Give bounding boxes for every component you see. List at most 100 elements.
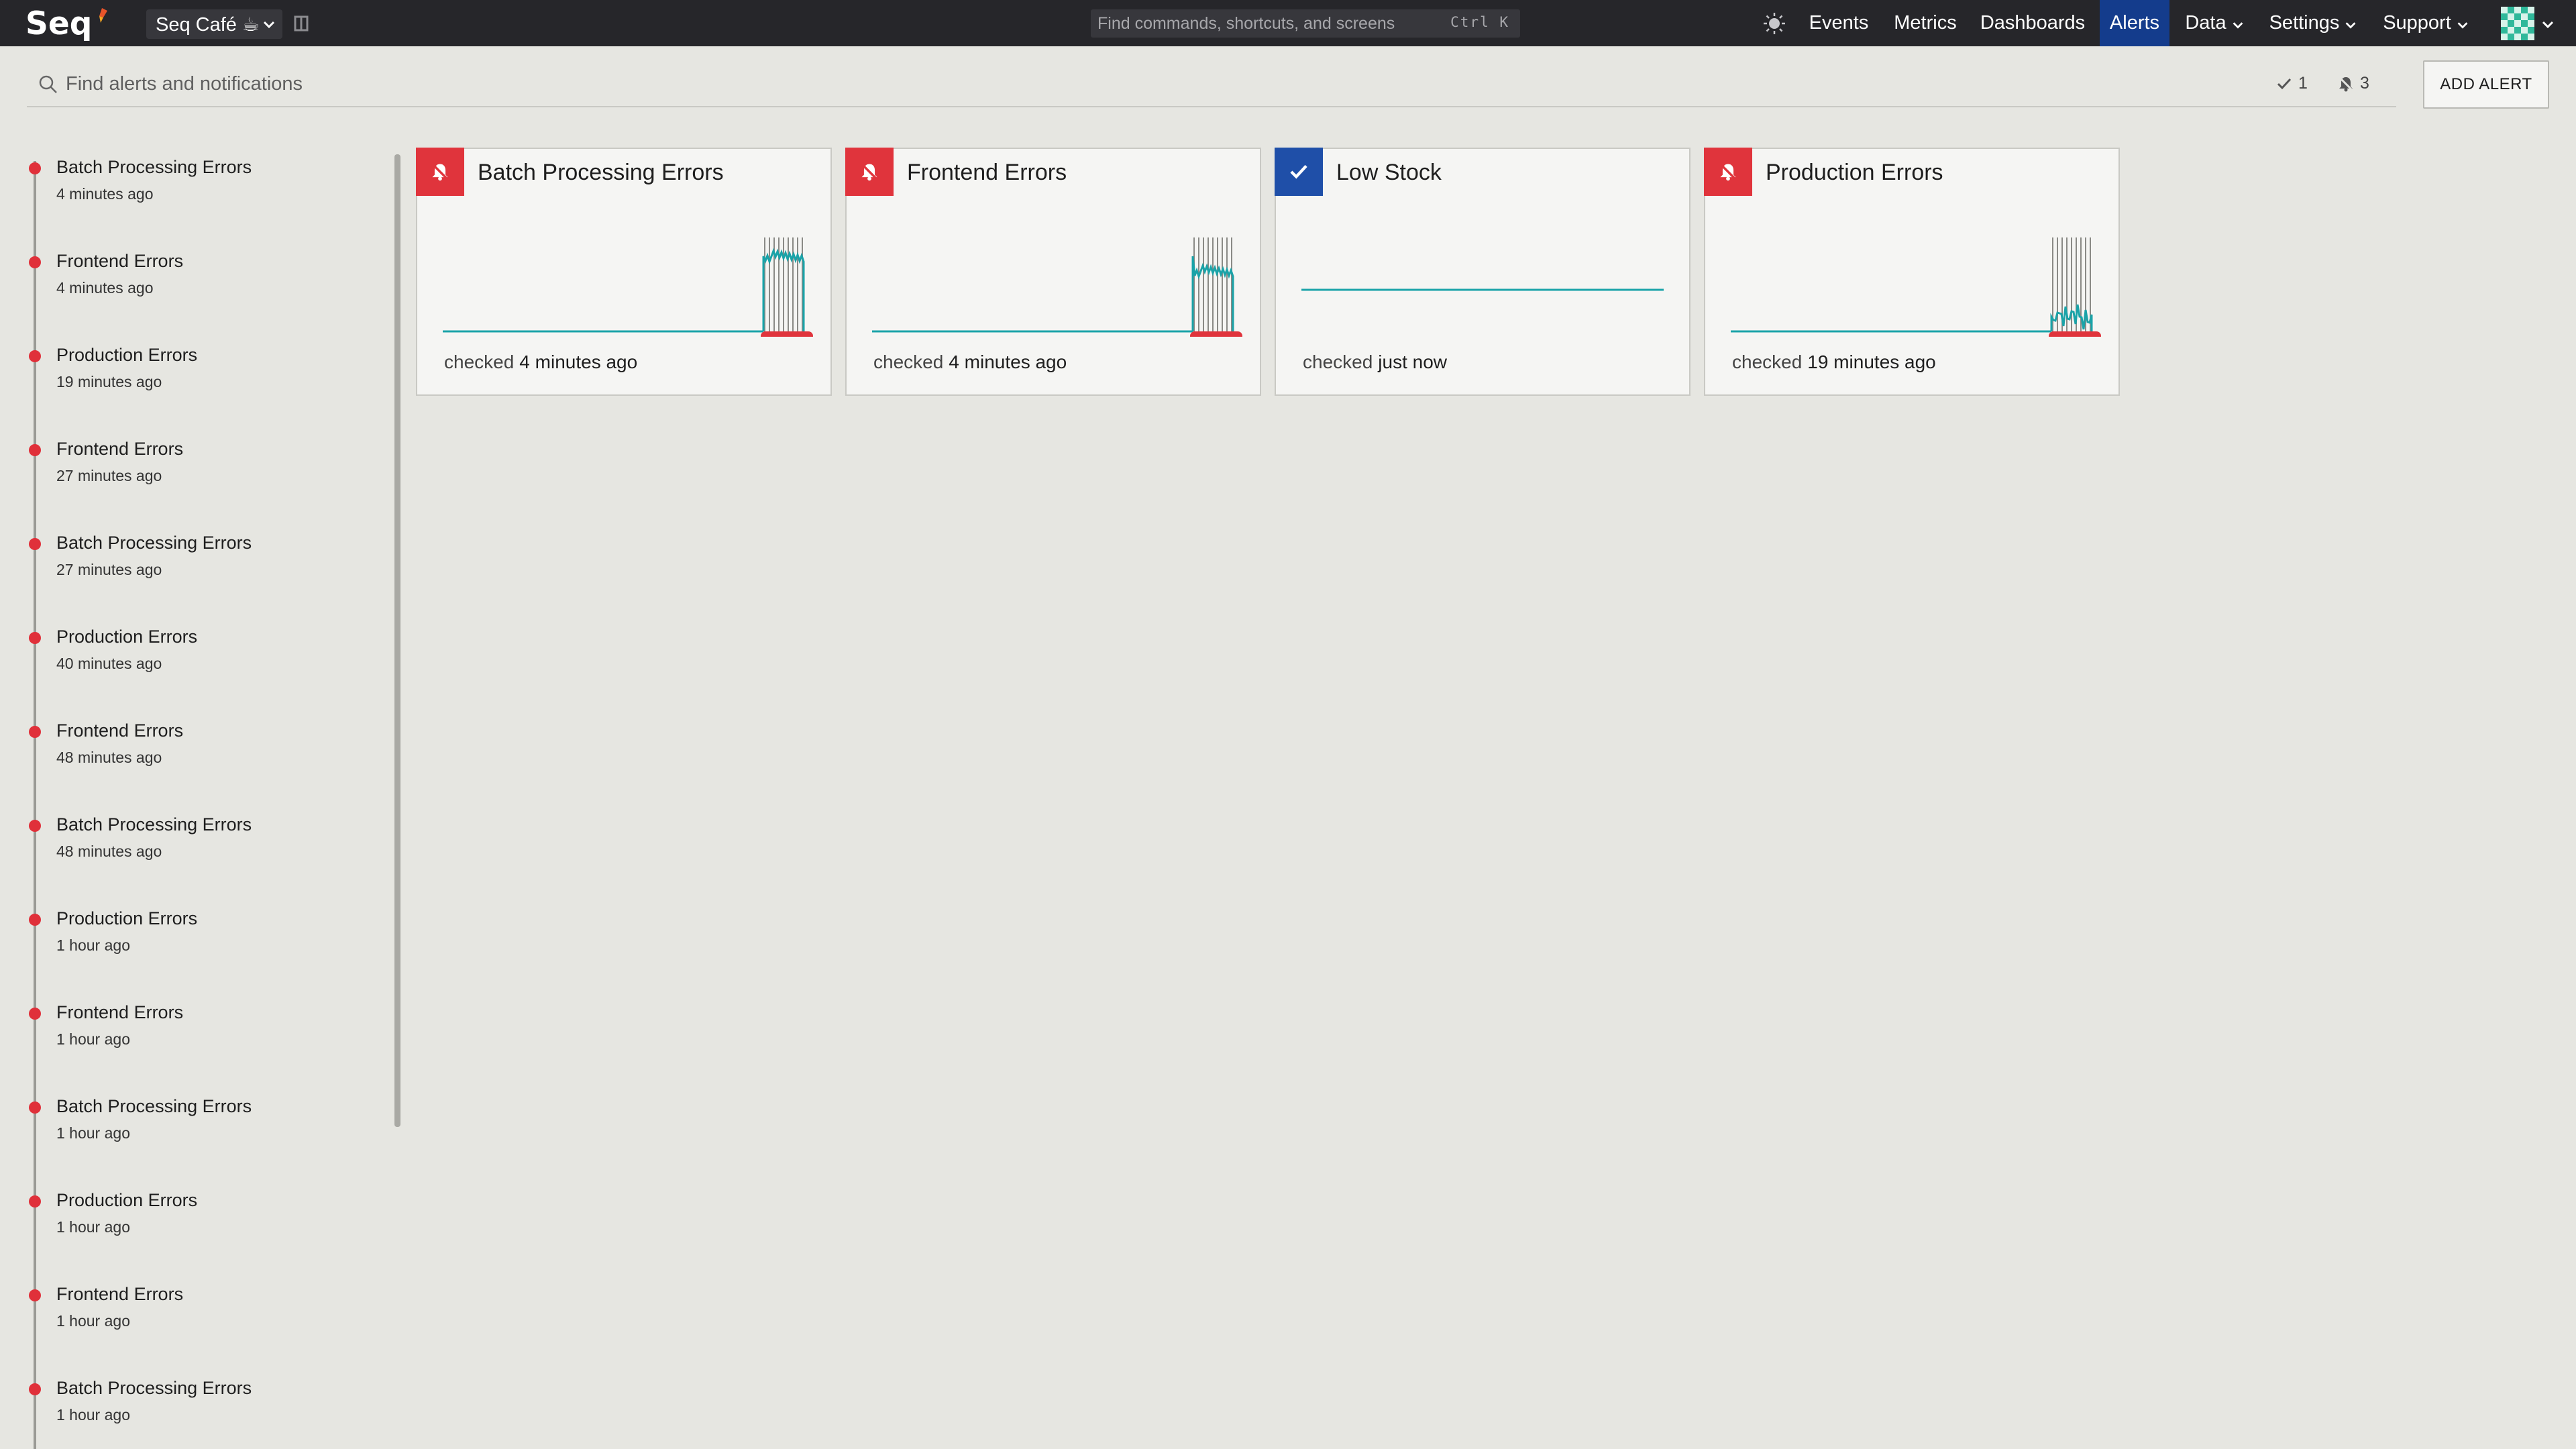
- timeline-item[interactable]: Batch Processing Errors 1 hour ago: [0, 1087, 376, 1161]
- check-icon: [2277, 78, 2292, 89]
- logo-text: Seq: [25, 5, 93, 42]
- alert-status-badge: [845, 148, 894, 196]
- timeline-item[interactable]: Frontend Errors 48 minutes ago: [0, 711, 376, 785]
- timeline-dot: [29, 1008, 41, 1020]
- alert-title: Frontend Errors: [907, 160, 1067, 185]
- nav-alerts-label: Alerts: [2109, 12, 2160, 34]
- timeline-dot: [29, 632, 41, 644]
- nav-alerts[interactable]: Alerts: [2100, 0, 2169, 46]
- add-alert-button[interactable]: ADD ALERT: [2423, 60, 2549, 109]
- timeline-item[interactable]: Frontend Errors 27 minutes ago: [0, 429, 376, 503]
- checked-time: 4 minutes ago: [519, 352, 638, 372]
- timeline-item-title: Batch Processing Errors: [56, 533, 252, 553]
- timeline-item-time: 1 hour ago: [56, 1030, 130, 1048]
- nav-support[interactable]: Support: [2379, 0, 2474, 46]
- timeline-item-time: 1 hour ago: [56, 1218, 130, 1236]
- alert-sparkline: [1731, 237, 2101, 337]
- checked-label: checked: [873, 352, 944, 372]
- alert-card[interactable]: Low Stock checked just now: [1275, 148, 1690, 396]
- nav-data[interactable]: Data: [2180, 0, 2250, 46]
- timeline-item-title: Batch Processing Errors: [56, 1096, 252, 1116]
- checked-label: checked: [1732, 352, 1803, 372]
- timeline-dot: [29, 162, 41, 174]
- sidebar-scrollbar[interactable]: [394, 154, 400, 1127]
- chevron-down-icon[interactable]: [2540, 16, 2556, 32]
- workspace-selector[interactable]: Seq Café ☕: [146, 9, 282, 39]
- timeline-item[interactable]: Batch Processing Errors 27 minutes ago: [0, 523, 376, 597]
- nav-data-label: Data: [2185, 12, 2226, 34]
- timeline-dot: [29, 914, 41, 926]
- alerts-search-bar: 1 3: [27, 62, 2396, 107]
- nav-dashboards[interactable]: Dashboards: [1975, 0, 2090, 46]
- timeline-dot: [29, 350, 41, 362]
- timeline-item-time: 4 minutes ago: [56, 279, 154, 297]
- ok-count[interactable]: 1: [2275, 74, 2308, 93]
- firing-count[interactable]: 3: [2337, 74, 2369, 93]
- command-shortcut: Ctrl K: [1450, 14, 1509, 30]
- timeline-item[interactable]: Batch Processing Errors 48 minutes ago: [0, 805, 376, 879]
- timeline-item[interactable]: Batch Processing Errors 4 minutes ago: [0, 148, 376, 221]
- nav-events[interactable]: Events: [1802, 0, 1876, 46]
- nav-support-label: Support: [2383, 12, 2451, 34]
- check-icon: [1290, 164, 1307, 179]
- timeline-item-title: Batch Processing Errors: [56, 1378, 252, 1398]
- command-placeholder: Find commands, shortcuts, and screens: [1097, 13, 1395, 33]
- command-palette-input[interactable]: Find commands, shortcuts, and screens Ct…: [1091, 9, 1520, 38]
- timeline-item-time: 48 minutes ago: [56, 749, 162, 766]
- search-icon: [39, 75, 57, 93]
- timeline-item-time: 40 minutes ago: [56, 655, 162, 672]
- timeline-item-time: 1 hour ago: [56, 936, 130, 954]
- timeline-item[interactable]: Production Errors 1 hour ago: [0, 899, 376, 973]
- timeline-item-title: Frontend Errors: [56, 439, 184, 459]
- firing-indicator: [761, 331, 813, 337]
- alert-card[interactable]: Production Errors checked 19 minutes ago: [1704, 148, 2120, 396]
- workspace-label: Seq Café ☕: [156, 13, 260, 36]
- timeline-item-title: Production Errors: [56, 345, 198, 365]
- firing-count-value: 3: [2360, 74, 2369, 93]
- checked-time: 4 minutes ago: [949, 352, 1067, 372]
- timeline-dot: [29, 820, 41, 832]
- timeline-item[interactable]: Production Errors 19 minutes ago: [0, 335, 376, 409]
- ok-count-value: 1: [2298, 74, 2308, 93]
- alert-card[interactable]: Batch Processing Errors checked 4 minutes …: [416, 148, 832, 396]
- alert-checked-status: checked just now: [1303, 352, 1447, 373]
- timeline-item[interactable]: Frontend Errors 4 minutes ago: [0, 241, 376, 315]
- bell-icon: [2338, 76, 2354, 91]
- user-avatar[interactable]: [2501, 7, 2534, 40]
- theme-toggle-icon[interactable]: [1762, 11, 1787, 36]
- timeline-item[interactable]: Batch Processing Errors 1 hour ago: [0, 1368, 376, 1442]
- chevron-down-icon: [2457, 21, 2468, 29]
- timeline-item-title: Production Errors: [56, 1190, 198, 1210]
- chevron-down-icon: [2233, 21, 2243, 29]
- timeline-dot: [29, 1102, 41, 1114]
- seq-logo[interactable]: Seq: [25, 4, 92, 43]
- timeline-item-time: 27 minutes ago: [56, 561, 162, 578]
- timeline-item[interactable]: Frontend Errors 1 hour ago: [0, 993, 376, 1067]
- nav-settings[interactable]: Settings: [2266, 0, 2361, 46]
- alert-status-badge: [416, 148, 464, 196]
- alert-sparkline: [443, 237, 813, 337]
- notification-timeline: Batch Processing Errors 4 minutes ago Fron…: [0, 148, 402, 1449]
- timeline-item-title: Production Errors: [56, 627, 198, 647]
- bell-icon: [431, 163, 449, 181]
- timeline-item[interactable]: Production Errors 1 hour ago: [0, 1181, 376, 1254]
- timeline-item[interactable]: Production Errors 40 minutes ago: [0, 617, 376, 691]
- chevron-down-icon: [263, 21, 275, 29]
- nav-metrics[interactable]: Metrics: [1885, 0, 1966, 46]
- bell-icon: [861, 163, 878, 181]
- timeline-item-title: Batch Processing Errors: [56, 814, 252, 835]
- alert-card[interactable]: Frontend Errors checked 4 minutes ago: [845, 148, 1261, 396]
- nav-dashboards-label: Dashboards: [1980, 12, 2086, 34]
- timeline-item-title: Frontend Errors: [56, 1284, 184, 1304]
- timeline-item-title: Batch Processing Errors: [56, 157, 252, 177]
- timeline-item[interactable]: Frontend Errors 1 hour ago: [0, 1275, 376, 1348]
- search-input[interactable]: [66, 68, 2212, 99]
- timeline-dot: [29, 444, 41, 456]
- timeline-item-time: 27 minutes ago: [56, 467, 162, 484]
- alert-status-badge: [1704, 148, 1752, 196]
- timeline-item-time: 1 hour ago: [56, 1124, 130, 1142]
- pin-icon[interactable]: [292, 15, 310, 32]
- timeline-dot: [29, 1289, 41, 1301]
- timeline-dot: [29, 256, 41, 268]
- alert-title: Production Errors: [1766, 160, 1943, 185]
